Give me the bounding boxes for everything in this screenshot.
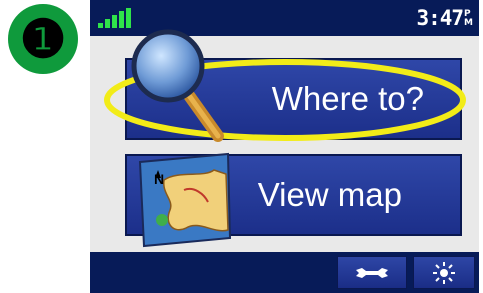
clock: 3:47 P M bbox=[416, 4, 473, 32]
page: ❶ 3:47 P M Where to? View map N bbox=[0, 0, 483, 293]
clock-ampm-bottom: M bbox=[464, 18, 473, 28]
step-number: ❶ bbox=[19, 11, 67, 69]
clock-ampm: P M bbox=[464, 10, 473, 28]
sun-icon bbox=[433, 261, 455, 284]
magnifier-icon bbox=[131, 29, 224, 142]
step-badge: ❶ bbox=[8, 4, 78, 74]
tools-button[interactable] bbox=[337, 256, 407, 289]
clock-time: 3:47 bbox=[416, 6, 464, 30]
view-map-label: View map bbox=[257, 176, 402, 213]
where-to-label: Where to? bbox=[271, 80, 424, 117]
brightness-button[interactable] bbox=[413, 256, 475, 289]
wrench-icon bbox=[356, 267, 388, 278]
map-icon: N bbox=[138, 152, 232, 248]
